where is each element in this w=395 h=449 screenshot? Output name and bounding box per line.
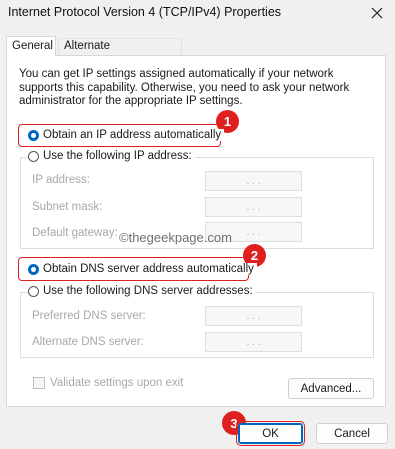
preferred-dns-input[interactable]: . . . xyxy=(205,306,302,326)
ok-button[interactable]: OK xyxy=(238,423,303,444)
radio-unchecked-icon xyxy=(28,285,39,297)
validate-settings-checkbox[interactable]: Validate settings upon exit xyxy=(33,377,183,389)
radio-label: Use the following IP address: xyxy=(43,150,192,162)
subnet-mask-label: Subnet mask: xyxy=(32,201,103,213)
radio-use-following-dns[interactable]: Use the following DNS server addresses: xyxy=(28,285,256,297)
radio-checked-icon xyxy=(28,263,39,275)
description-text: You can get IP settings assigned automat… xyxy=(19,68,350,107)
close-button[interactable] xyxy=(365,0,389,26)
tab-general[interactable]: General xyxy=(6,36,56,56)
radio-checked-icon xyxy=(28,129,39,141)
window-title: Internet Protocol Version 4 (TCP/IPv4) P… xyxy=(8,5,282,19)
radio-label: Use the following DNS server addresses: xyxy=(43,285,253,297)
radio-label: Obtain DNS server address automatically xyxy=(43,263,254,275)
dns-server-group xyxy=(20,292,374,358)
alternate-dns-input[interactable]: . . . xyxy=(205,332,302,352)
preferred-dns-label: Preferred DNS server: xyxy=(32,310,146,322)
radio-use-following-ip[interactable]: Use the following IP address: xyxy=(28,150,195,162)
ip-address-input[interactable]: . . . xyxy=(205,171,302,191)
radio-unchecked-icon xyxy=(28,150,39,162)
advanced-button[interactable]: Advanced... xyxy=(288,378,374,399)
default-gateway-label: Default gateway: xyxy=(32,227,118,239)
tab-alternate-configuration[interactable]: Alternate Configuration xyxy=(58,38,182,67)
subnet-mask-input[interactable]: . . . xyxy=(205,197,302,217)
watermark: ©thegeekpage.com xyxy=(119,230,232,245)
close-icon xyxy=(371,7,383,19)
validate-label: Validate settings upon exit xyxy=(50,377,184,389)
checkbox-box xyxy=(33,377,45,389)
cancel-button[interactable]: Cancel xyxy=(316,423,388,444)
radio-obtain-dns-auto[interactable]: Obtain DNS server address automatically xyxy=(28,263,257,275)
radio-label: Obtain an IP address automatically xyxy=(43,129,222,141)
alternate-dns-label: Alternate DNS server: xyxy=(32,336,144,348)
ip-address-label: IP address: xyxy=(32,174,90,186)
radio-obtain-ip-auto[interactable]: Obtain an IP address automatically xyxy=(28,129,225,141)
